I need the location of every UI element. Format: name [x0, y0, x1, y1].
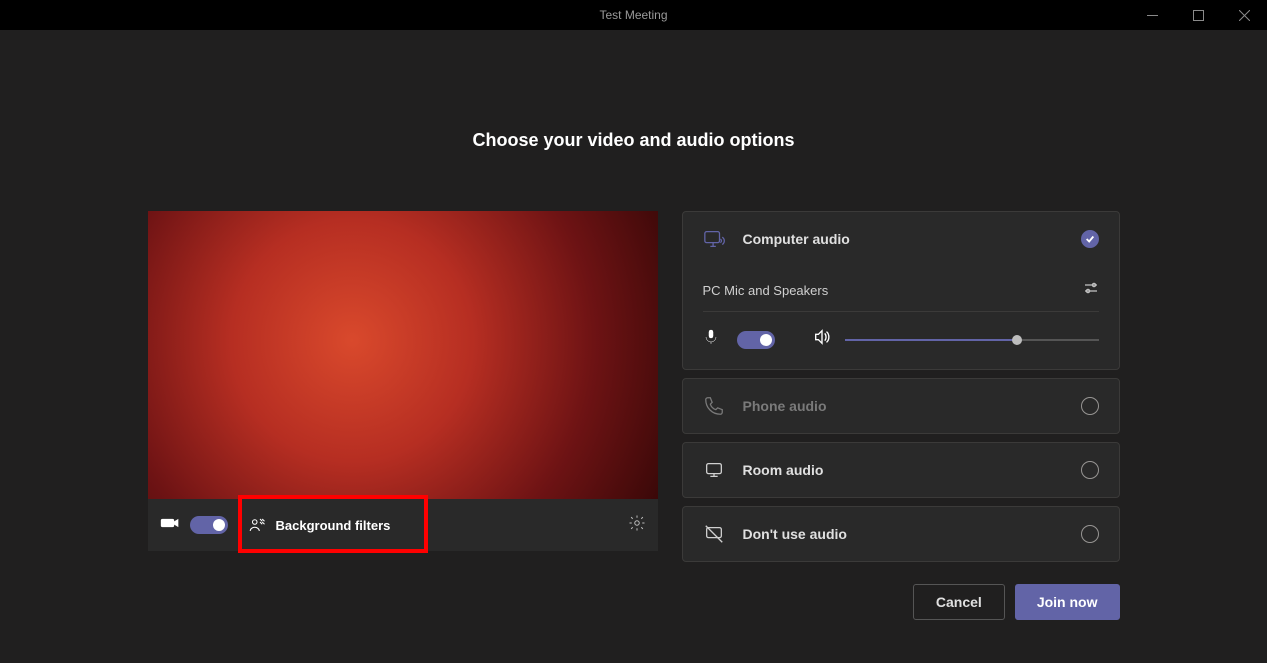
video-column: Background filters	[148, 211, 658, 620]
room-icon	[703, 459, 725, 481]
footer-buttons: Cancel Join now	[682, 584, 1120, 620]
camera-icon	[160, 513, 180, 538]
no-audio-label: Don't use audio	[743, 526, 847, 542]
no-audio-icon	[703, 523, 725, 545]
close-button[interactable]	[1221, 0, 1267, 30]
video-settings-button[interactable]	[628, 514, 646, 537]
video-preview	[148, 211, 658, 499]
phone-icon	[703, 395, 725, 417]
device-label: PC Mic and Speakers	[703, 283, 829, 298]
computer-audio-icon	[703, 228, 725, 250]
volume-fill	[845, 339, 1018, 341]
mic-icon	[703, 329, 719, 350]
computer-audio-card: Computer audio PC Mic and Speakers	[682, 211, 1120, 370]
speaker-icon	[813, 328, 831, 351]
window-title: Test Meeting	[599, 8, 667, 22]
device-section: PC Mic and Speakers	[683, 266, 1119, 369]
right-column: Computer audio PC Mic and Speakers	[682, 211, 1120, 620]
minimize-button[interactable]	[1129, 0, 1175, 30]
mic-toggle[interactable]	[737, 331, 775, 349]
radio-icon	[1081, 461, 1099, 479]
selected-check-icon	[1081, 230, 1099, 248]
titlebar: Test Meeting	[0, 0, 1267, 30]
volume-thumb[interactable]	[1012, 335, 1022, 345]
volume-slider[interactable]	[845, 339, 1099, 341]
pre-join-screen: Choose your video and audio options Back…	[0, 30, 1267, 663]
radio-icon	[1081, 525, 1099, 543]
content-row: Background filters Computer audio	[148, 211, 1120, 620]
maximize-button[interactable]	[1175, 0, 1221, 30]
window-controls	[1129, 0, 1267, 30]
computer-audio-option[interactable]: Computer audio	[683, 212, 1119, 266]
radio-icon	[1081, 397, 1099, 415]
no-audio-card: Don't use audio	[682, 506, 1120, 562]
cancel-button[interactable]: Cancel	[913, 584, 1005, 620]
device-row[interactable]: PC Mic and Speakers	[703, 266, 1099, 312]
room-audio-label: Room audio	[743, 462, 824, 478]
background-filters-button[interactable]: Background filters	[234, 499, 405, 551]
video-bar: Background filters	[148, 499, 658, 551]
background-filters-label: Background filters	[276, 518, 391, 533]
camera-toggle[interactable]	[190, 516, 228, 534]
room-audio-option[interactable]: Room audio	[683, 443, 1119, 497]
phone-audio-card: Phone audio	[682, 378, 1120, 434]
room-audio-card: Room audio	[682, 442, 1120, 498]
device-settings-icon[interactable]	[1083, 280, 1099, 301]
no-audio-option[interactable]: Don't use audio	[683, 507, 1119, 561]
phone-audio-label: Phone audio	[743, 398, 827, 414]
computer-audio-label: Computer audio	[743, 231, 850, 247]
audio-controls-row	[703, 312, 1099, 351]
phone-audio-option[interactable]: Phone audio	[683, 379, 1119, 433]
page-title: Choose your video and audio options	[472, 130, 794, 151]
join-now-button[interactable]: Join now	[1015, 584, 1120, 620]
audio-column: Computer audio PC Mic and Speakers	[682, 211, 1120, 562]
